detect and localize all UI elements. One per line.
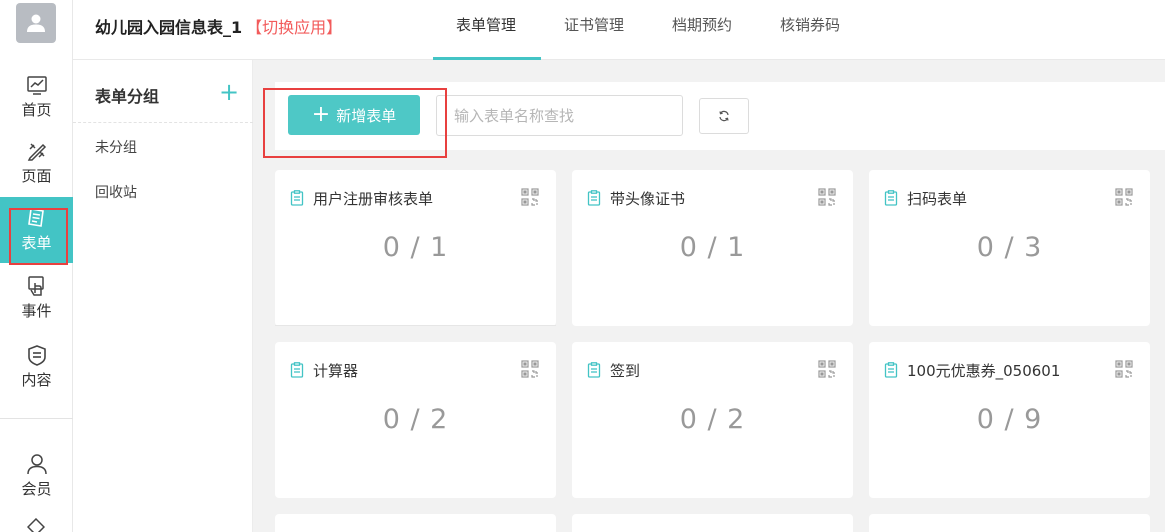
app-title: 幼儿园入园信息表_1 【切换应用】 bbox=[95, 14, 342, 38]
form-card-partial[interactable] bbox=[869, 514, 1150, 532]
qr-code-icon[interactable] bbox=[521, 360, 539, 378]
form-card-title: 计算器 bbox=[313, 362, 359, 380]
qr-code-icon[interactable] bbox=[818, 188, 836, 206]
app-name: 幼儿园入园信息表_1 bbox=[95, 18, 243, 37]
top-header: 幼儿园入园信息表_1 【切换应用】 表单管理 证书管理 档期预约 核销券码 bbox=[73, 0, 1165, 60]
form-card-partial[interactable] bbox=[275, 514, 556, 532]
avatar[interactable] bbox=[16, 3, 56, 43]
form-card[interactable]: 扫码表单 0 / 3 bbox=[869, 170, 1150, 326]
form-card-count: 0 / 1 bbox=[382, 232, 449, 263]
form-card-count: 0 / 2 bbox=[679, 404, 746, 435]
qr-code-icon[interactable] bbox=[521, 188, 539, 206]
design-icon bbox=[27, 143, 46, 161]
document-icon bbox=[884, 190, 898, 206]
rail-item-label: 首页 bbox=[21, 101, 52, 119]
refresh-icon bbox=[719, 110, 729, 122]
rail-item-members[interactable]: 会员 bbox=[0, 443, 73, 509]
plus-icon: + bbox=[311, 102, 331, 127]
form-card-title: 用户注册审核表单 bbox=[313, 190, 434, 208]
user-avatar-icon bbox=[27, 14, 45, 32]
refresh-button[interactable] bbox=[699, 98, 749, 134]
group-header: 表单分组 + bbox=[73, 60, 253, 123]
rail-item-label: 会员 bbox=[21, 480, 52, 498]
tab-form-management[interactable]: 表单管理 bbox=[456, 14, 516, 35]
chart-icon bbox=[26, 76, 47, 95]
form-card-title: 带头像证书 bbox=[610, 190, 686, 208]
card-divider bbox=[275, 325, 556, 326]
form-icon bbox=[27, 208, 44, 227]
document-icon bbox=[290, 362, 304, 378]
form-card-count: 0 / 1 bbox=[679, 232, 746, 263]
rail-item-content[interactable]: 内容 bbox=[0, 334, 73, 400]
form-card[interactable]: 100元优惠券_050601 0 / 9 bbox=[869, 342, 1150, 498]
group-item-ungrouped[interactable]: 未分组 bbox=[95, 137, 137, 157]
tab-redeem-coupons[interactable]: 核销券码 bbox=[780, 14, 840, 35]
left-rail: 首页 页面 表单 事件 内容 会员 bbox=[0, 0, 73, 532]
tab-schedule-booking[interactable]: 档期预约 bbox=[672, 14, 732, 35]
touch-icon bbox=[27, 276, 44, 296]
document-icon bbox=[290, 190, 304, 206]
form-card-count: 0 / 9 bbox=[976, 404, 1043, 435]
document-icon bbox=[587, 362, 601, 378]
rail-item-label: 表单 bbox=[21, 234, 52, 252]
form-card-title: 扫码表单 bbox=[907, 190, 968, 208]
group-title: 表单分组 bbox=[95, 87, 160, 106]
form-card-count: 0 / 3 bbox=[976, 232, 1043, 263]
form-card-title: 签到 bbox=[610, 362, 641, 380]
new-form-button[interactable]: + 新增表单 bbox=[288, 95, 420, 135]
form-card-partial[interactable] bbox=[572, 514, 853, 532]
qr-code-icon[interactable] bbox=[818, 360, 836, 378]
rail-item-label: 页面 bbox=[21, 167, 52, 185]
form-card[interactable]: 用户注册审核表单 0 / 1 bbox=[275, 170, 556, 326]
form-card[interactable]: 签到 0 / 2 bbox=[572, 342, 853, 498]
rail-item-pages[interactable]: 页面 bbox=[0, 130, 73, 196]
form-card-count: 0 / 2 bbox=[382, 404, 449, 435]
new-form-label: 新增表单 bbox=[336, 106, 397, 125]
qr-code-icon[interactable] bbox=[1115, 360, 1133, 378]
content-icon bbox=[27, 345, 46, 366]
rail-more-icon[interactable] bbox=[27, 518, 45, 532]
add-group-button[interactable]: + bbox=[219, 78, 239, 106]
form-card-title: 100元优惠券_050601 bbox=[907, 362, 1061, 380]
tab-certificate-management[interactable]: 证书管理 bbox=[564, 14, 624, 35]
rail-item-forms[interactable]: 表单 bbox=[0, 197, 73, 263]
rail-divider bbox=[0, 418, 73, 419]
active-tab-indicator bbox=[433, 57, 541, 60]
rail-item-events[interactable]: 事件 bbox=[0, 265, 73, 331]
form-search-input[interactable] bbox=[436, 95, 683, 136]
rail-item-label: 事件 bbox=[21, 302, 52, 320]
user-icon bbox=[26, 454, 47, 475]
rail-item-label: 内容 bbox=[21, 371, 52, 389]
group-panel: 表单分组 + 未分组 回收站 bbox=[73, 60, 253, 532]
group-item-recycle-bin[interactable]: 回收站 bbox=[95, 182, 137, 202]
document-icon bbox=[884, 362, 898, 378]
switch-app-link[interactable]: 【切换应用】 bbox=[246, 18, 342, 37]
qr-code-icon[interactable] bbox=[1115, 188, 1133, 206]
form-card[interactable]: 带头像证书 0 / 1 bbox=[572, 170, 853, 326]
document-icon bbox=[587, 190, 601, 206]
rail-item-home[interactable]: 首页 bbox=[0, 64, 73, 130]
form-card[interactable]: 计算器 0 / 2 bbox=[275, 342, 556, 498]
